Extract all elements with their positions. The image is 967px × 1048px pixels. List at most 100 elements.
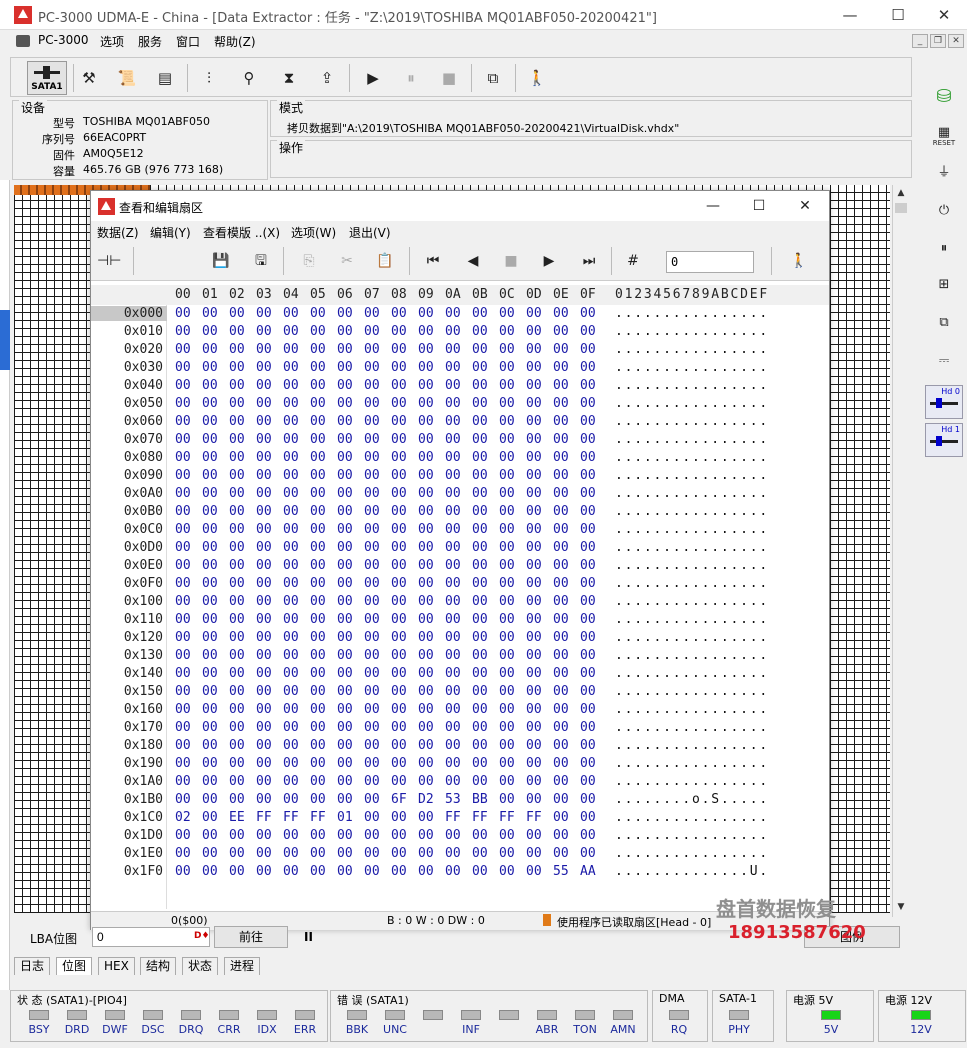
play-icon[interactable]: ▶ xyxy=(361,66,385,90)
hex-byte[interactable]: FF xyxy=(526,810,542,825)
hex-byte[interactable]: 00 xyxy=(229,486,245,501)
hex-byte[interactable]: 00 xyxy=(310,576,326,591)
hex-byte[interactable]: 00 xyxy=(337,360,353,375)
hex-byte[interactable]: 00 xyxy=(391,378,407,393)
hex-byte[interactable]: 00 xyxy=(175,684,191,699)
hex-row[interactable]: 0x170 00 00 00 00 00 00 00 00 00 00 00 00 00 00 00 00...… xyxy=(91,719,829,737)
hex-byte[interactable]: 00 xyxy=(526,432,542,447)
hex-byte[interactable]: 00 xyxy=(499,846,515,861)
tab-status[interactable]: 状态 xyxy=(182,957,219,975)
hex-byte[interactable]: 00 xyxy=(283,702,299,717)
hex-byte[interactable]: 00 xyxy=(175,504,191,519)
hex-byte[interactable]: 00 xyxy=(283,612,299,627)
maximize-button[interactable]: ☐ xyxy=(878,4,918,26)
hex-byte[interactable]: 00 xyxy=(202,558,218,573)
hex-byte[interactable]: 00 xyxy=(526,504,542,519)
hex-byte[interactable]: 00 xyxy=(175,360,191,375)
hex-byte[interactable]: 00 xyxy=(175,558,191,573)
hex-byte[interactable]: 00 xyxy=(256,324,272,339)
hex-byte[interactable]: 00 xyxy=(229,684,245,699)
hex-byte[interactable]: 00 xyxy=(580,468,596,483)
hex-byte[interactable]: 00 xyxy=(553,702,569,717)
hex-row[interactable]: 0x0B0 00 00 00 00 00 00 00 00 00 00 00 00 00 00 00 00...… xyxy=(91,503,829,521)
hex-byte[interactable]: 00 xyxy=(229,504,245,519)
hex-byte[interactable]: 00 xyxy=(445,576,461,591)
hex-byte[interactable]: 00 xyxy=(472,684,488,699)
hex-byte[interactable]: 00 xyxy=(391,324,407,339)
hex-byte[interactable]: 00 xyxy=(202,828,218,843)
hex-byte[interactable]: 00 xyxy=(526,576,542,591)
hex-byte[interactable]: 00 xyxy=(445,594,461,609)
hex-byte[interactable]: 00 xyxy=(499,774,515,789)
hex-byte[interactable]: 00 xyxy=(580,378,596,393)
hex-byte[interactable]: 00 xyxy=(553,342,569,357)
scroll-thumb[interactable] xyxy=(895,203,907,213)
hex-byte[interactable]: 00 xyxy=(391,576,407,591)
hex-byte[interactable]: 00 xyxy=(310,468,326,483)
hex-byte[interactable]: 00 xyxy=(202,612,218,627)
hex-byte[interactable]: 00 xyxy=(337,684,353,699)
minimize-button[interactable]: — xyxy=(830,4,870,26)
hex-byte[interactable]: 00 xyxy=(337,468,353,483)
hex-byte[interactable]: 00 xyxy=(391,828,407,843)
hex-byte[interactable]: 00 xyxy=(310,666,326,681)
hex-byte[interactable]: 00 xyxy=(337,630,353,645)
hex-byte[interactable]: 00 xyxy=(229,774,245,789)
hex-byte[interactable]: 00 xyxy=(472,756,488,771)
hex-byte[interactable]: 00 xyxy=(472,720,488,735)
hex-byte[interactable]: 00 xyxy=(337,720,353,735)
hex-byte[interactable]: 00 xyxy=(418,414,434,429)
hex-byte[interactable]: 00 xyxy=(337,738,353,753)
hex-byte[interactable]: 00 xyxy=(553,576,569,591)
hex-byte[interactable]: 00 xyxy=(499,612,515,627)
hex-row[interactable]: 0x050 00 00 00 00 00 00 00 00 00 00 00 00 00 00 00 00...… xyxy=(91,395,829,413)
hex-byte[interactable]: 00 xyxy=(391,504,407,519)
hex-byte[interactable]: 00 xyxy=(283,360,299,375)
hex-byte[interactable]: 00 xyxy=(580,504,596,519)
hex-byte[interactable]: 00 xyxy=(229,414,245,429)
hex-byte[interactable]: 00 xyxy=(364,450,380,465)
hex-byte[interactable]: 00 xyxy=(364,576,380,591)
hex-byte[interactable]: 00 xyxy=(364,792,380,807)
hex-byte[interactable]: 00 xyxy=(202,792,218,807)
hex-byte[interactable]: 00 xyxy=(580,810,596,825)
hex-byte[interactable]: 00 xyxy=(445,612,461,627)
hex-byte[interactable]: 00 xyxy=(283,558,299,573)
hex-byte[interactable]: 00 xyxy=(175,612,191,627)
hex-byte[interactable]: 00 xyxy=(310,540,326,555)
hex-byte[interactable]: 00 xyxy=(364,720,380,735)
hex-byte[interactable]: 00 xyxy=(364,666,380,681)
hex-byte[interactable]: 00 xyxy=(499,378,515,393)
hex-byte[interactable]: 00 xyxy=(445,756,461,771)
hex-byte[interactable]: 00 xyxy=(445,486,461,501)
tab-process[interactable]: 进程 xyxy=(224,957,261,975)
hex-byte[interactable]: 00 xyxy=(580,666,596,681)
hex-byte[interactable]: 00 xyxy=(418,324,434,339)
hex-byte[interactable]: 00 xyxy=(445,558,461,573)
hex-byte[interactable]: 00 xyxy=(229,540,245,555)
hex-byte[interactable]: 00 xyxy=(418,432,434,447)
hex-row[interactable]: 0x0E0 00 00 00 00 00 00 00 00 00 00 00 00 00 00 00 00...… xyxy=(91,557,829,575)
hex-byte[interactable]: 00 xyxy=(310,756,326,771)
hex-byte[interactable]: 00 xyxy=(553,810,569,825)
hex-byte[interactable]: 00 xyxy=(526,360,542,375)
hex-byte[interactable]: 00 xyxy=(553,522,569,537)
hex-byte[interactable]: 00 xyxy=(364,378,380,393)
hex-byte[interactable]: 00 xyxy=(229,432,245,447)
hex-byte[interactable]: 00 xyxy=(553,396,569,411)
hex-byte[interactable]: 00 xyxy=(472,324,488,339)
hex-byte[interactable]: 00 xyxy=(256,612,272,627)
hex-byte[interactable]: 00 xyxy=(229,360,245,375)
hex-byte[interactable]: 00 xyxy=(553,774,569,789)
hex-byte[interactable]: 00 xyxy=(445,432,461,447)
hex-byte[interactable]: 00 xyxy=(310,828,326,843)
hex-byte[interactable]: 00 xyxy=(175,576,191,591)
hex-byte[interactable]: 00 xyxy=(310,342,326,357)
hex-byte[interactable]: 00 xyxy=(391,810,407,825)
hex-byte[interactable]: 00 xyxy=(283,450,299,465)
copy-icon[interactable]: ⎘ xyxy=(297,250,321,272)
exit-icon[interactable]: 🚶 xyxy=(525,66,549,90)
hex-byte[interactable]: 00 xyxy=(337,846,353,861)
hex-byte[interactable]: 00 xyxy=(337,774,353,789)
hex-byte[interactable]: 00 xyxy=(499,756,515,771)
